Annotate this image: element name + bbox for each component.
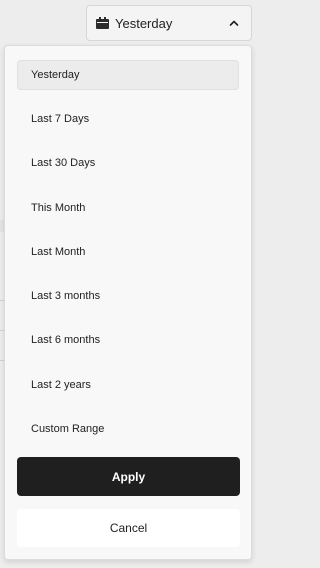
apply-button[interactable]: Apply [17,457,240,496]
date-option-last-7-days[interactable]: Last 7 Days [17,104,239,134]
date-range-trigger-label: Yesterday [115,15,173,31]
date-option-label: Last 2 years [31,379,91,391]
date-option-label: Yesterday [31,69,80,81]
date-option-last-2-years[interactable]: Last 2 years [17,370,239,400]
date-option-custom-range[interactable]: Custom Range [17,414,239,444]
cancel-button[interactable]: Cancel [17,509,240,547]
calendar-icon [96,17,109,29]
date-option-last-6-months[interactable]: Last 6 months [17,325,239,355]
date-range-dropdown: Yesterday Last 7 Days Last 30 Days This … [4,45,252,560]
chevron-up-icon [229,18,239,28]
date-option-label: Last 6 months [31,334,101,346]
date-option-label: Last 7 Days [31,113,90,125]
date-option-last-3-months[interactable]: Last 3 months [17,281,239,311]
date-option-label: Last 3 months [31,290,101,302]
date-option-label: Last 30 Days [31,157,96,169]
date-range-trigger[interactable]: Yesterday [86,5,252,41]
date-option-label: Custom Range [31,423,105,435]
date-option-this-month[interactable]: This Month [17,193,239,223]
date-option-yesterday[interactable]: Yesterday [17,60,239,90]
date-option-label: Last Month [31,246,86,258]
date-option-label: This Month [31,202,86,214]
date-option-last-30-days[interactable]: Last 30 Days [17,148,239,178]
date-option-last-month[interactable]: Last Month [17,237,239,267]
